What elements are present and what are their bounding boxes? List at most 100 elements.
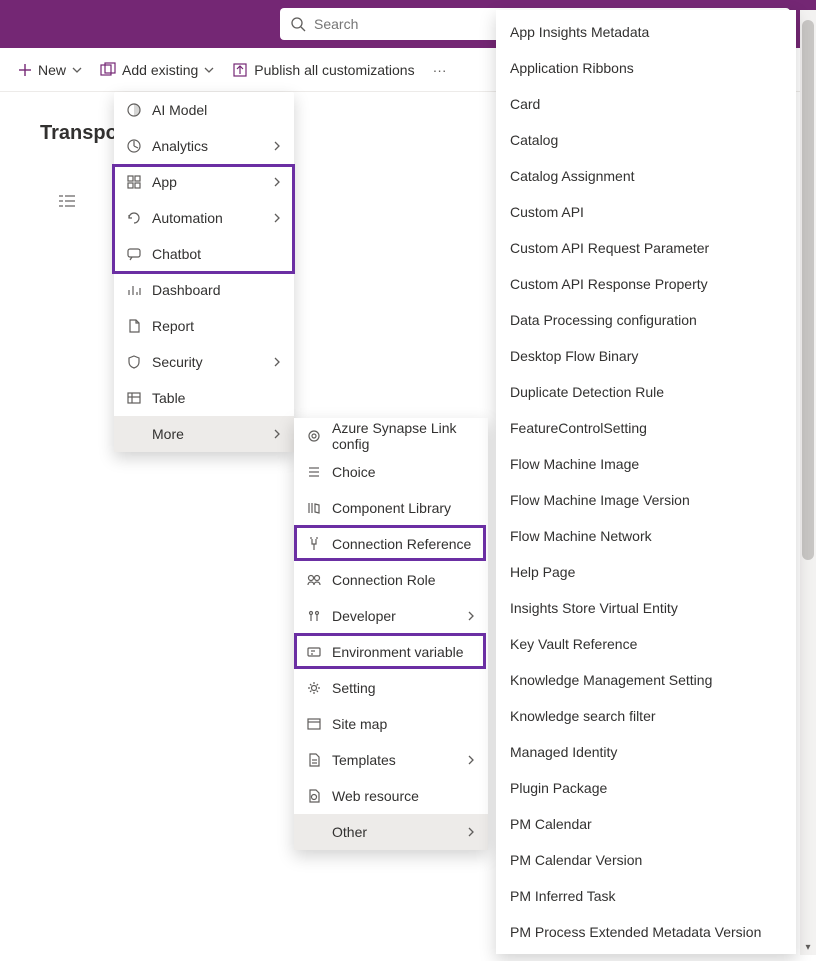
- publish-button[interactable]: Publish all customizations: [232, 62, 414, 78]
- more-menu-item-web-resource[interactable]: Web resource: [294, 778, 488, 814]
- other-menu-item-desktop-flow-binary[interactable]: Desktop Flow Binary: [496, 338, 796, 374]
- other-submenu: App Insights Metadata Application Ribbons…: [496, 10, 796, 954]
- dashboard-icon: [126, 282, 142, 298]
- menu-item-label: Knowledge Management Setting: [510, 672, 712, 688]
- menu-item-label: Flow Machine Image Version: [510, 492, 690, 508]
- other-menu-item-custom-api[interactable]: Custom API: [496, 194, 796, 230]
- more-menu-item-choice[interactable]: Choice: [294, 454, 488, 490]
- more-menu-item-component-library[interactable]: Component Library: [294, 490, 488, 526]
- menu-item-label: Desktop Flow Binary: [510, 348, 638, 364]
- other-menu-item-catalog[interactable]: Catalog: [496, 122, 796, 158]
- connection-reference-icon: [306, 536, 322, 552]
- table-icon: [126, 390, 142, 406]
- new-menu-item-report[interactable]: Report: [114, 308, 294, 344]
- new-menu-item-automation[interactable]: Automation: [114, 200, 294, 236]
- more-menu-item-templates[interactable]: Templates: [294, 742, 488, 778]
- new-menu-item-dashboard[interactable]: Dashboard: [114, 272, 294, 308]
- more-commands-button[interactable]: ···: [433, 62, 447, 78]
- menu-item-label: AI Model: [152, 102, 207, 118]
- other-menu-item-featurecontrolsetting[interactable]: FeatureControlSetting: [496, 410, 796, 446]
- other-menu-item-app-insights-metadata[interactable]: App Insights Metadata: [496, 14, 796, 50]
- other-menu-item-managed-identity[interactable]: Managed Identity: [496, 734, 796, 770]
- new-menu-item-more[interactable]: More: [114, 416, 294, 452]
- other-menu-item-custom-api-request-parameter[interactable]: Custom API Request Parameter: [496, 230, 796, 266]
- new-menu-item-security[interactable]: Security: [114, 344, 294, 380]
- new-dropdown: AI Model Analytics AppAutomationChatbotDas…: [114, 92, 294, 452]
- menu-item-label: Custom API Request Parameter: [510, 240, 709, 256]
- scroll-thumb[interactable]: [802, 20, 814, 560]
- chevron-right-icon: [466, 611, 476, 621]
- menu-item-label: More: [152, 426, 184, 442]
- ellipsis-icon: ···: [433, 62, 447, 78]
- automation-icon: [126, 210, 142, 226]
- menu-item-label: Data Processing configuration: [510, 312, 697, 328]
- chevron-right-icon: [272, 357, 282, 367]
- chevron-right-icon: [272, 213, 282, 223]
- menu-item-label: Component Library: [332, 500, 451, 516]
- more-menu-item-setting[interactable]: Setting: [294, 670, 488, 706]
- other-menu-item-pm-process-extended-metadata-version[interactable]: PM Process Extended Metadata Version: [496, 914, 796, 950]
- menu-item-label: Flow Machine Image: [510, 456, 639, 472]
- menu-item-label: Connection Role: [332, 572, 436, 588]
- other-menu-item-custom-api-response-property[interactable]: Custom API Response Property: [496, 266, 796, 302]
- menu-item-label: Site map: [332, 716, 387, 732]
- environment-variable-icon: [306, 644, 322, 660]
- menu-item-label: Environment variable: [332, 644, 464, 660]
- other-menu-item-data-processing-configuration[interactable]: Data Processing configuration: [496, 302, 796, 338]
- other-menu-item-pm-calendar[interactable]: PM Calendar: [496, 806, 796, 842]
- other-menu-item-flow-machine-image-version[interactable]: Flow Machine Image Version: [496, 482, 796, 518]
- more-menu-item-developer[interactable]: Developer: [294, 598, 488, 634]
- other-icon: [306, 824, 322, 840]
- menu-item-label: Help Page: [510, 564, 575, 580]
- other-menu-item-help-page[interactable]: Help Page: [496, 554, 796, 590]
- scrollbar[interactable]: ▾: [800, 10, 816, 955]
- other-menu-item-flow-machine-network[interactable]: Flow Machine Network: [496, 518, 796, 554]
- menu-item-label: Key Vault Reference: [510, 636, 637, 652]
- other-menu-item-knowledge-management-setting[interactable]: Knowledge Management Setting: [496, 662, 796, 698]
- more-menu-item-connection-role[interactable]: Connection Role: [294, 562, 488, 598]
- more-menu-item-environment-variable[interactable]: Environment variable: [294, 634, 488, 670]
- more-menu-item-other[interactable]: Other: [294, 814, 488, 850]
- chevron-right-icon: [272, 141, 282, 151]
- other-menu-item-catalog-assignment[interactable]: Catalog Assignment: [496, 158, 796, 194]
- plus-icon: [18, 63, 32, 77]
- menu-item-label: Managed Identity: [510, 744, 617, 760]
- menu-item-label: Templates: [332, 752, 396, 768]
- menu-item-label: Table: [152, 390, 185, 406]
- more-menu-item-azure-synapse-link-config[interactable]: Azure Synapse Link config: [294, 418, 488, 454]
- other-menu-item-knowledge-search-filter[interactable]: Knowledge search filter: [496, 698, 796, 734]
- menu-item-label: PM Process Extended Metadata Version: [510, 924, 761, 940]
- menu-item-label: App Insights Metadata: [510, 24, 649, 40]
- add-existing-label: Add existing: [122, 62, 198, 78]
- other-menu-item-application-ribbons[interactable]: Application Ribbons: [496, 50, 796, 86]
- azure-synapse-link-config-icon: [306, 428, 322, 444]
- scroll-down-arrow[interactable]: ▾: [800, 939, 816, 955]
- other-menu-item-flow-machine-image[interactable]: Flow Machine Image: [496, 446, 796, 482]
- new-button[interactable]: New: [18, 62, 82, 78]
- chevron-right-icon: [272, 429, 282, 439]
- menu-item-label: Flow Machine Network: [510, 528, 652, 544]
- new-menu-item-table[interactable]: Table: [114, 380, 294, 416]
- new-menu-item-analytics[interactable]: Analytics: [114, 128, 294, 164]
- menu-item-label: Choice: [332, 464, 376, 480]
- menu-item-label: PM Calendar: [510, 816, 592, 832]
- other-menu-item-duplicate-detection-rule[interactable]: Duplicate Detection Rule: [496, 374, 796, 410]
- menu-item-label: Analytics: [152, 138, 208, 154]
- new-menu-item-ai-model[interactable]: AI Model: [114, 92, 294, 128]
- other-menu-item-pm-calendar-version[interactable]: PM Calendar Version: [496, 842, 796, 878]
- more-menu-item-connection-reference[interactable]: Connection Reference: [294, 526, 488, 562]
- other-menu-item-key-vault-reference[interactable]: Key Vault Reference: [496, 626, 796, 662]
- other-menu-item-card[interactable]: Card: [496, 86, 796, 122]
- add-existing-button[interactable]: Add existing: [100, 62, 214, 78]
- menu-item-label: Custom API: [510, 204, 584, 220]
- add-existing-icon: [100, 62, 116, 78]
- other-menu-item-insights-store-virtual-entity[interactable]: Insights Store Virtual Entity: [496, 590, 796, 626]
- menu-item-label: Plugin Package: [510, 780, 607, 796]
- web-resource-icon: [306, 788, 322, 804]
- new-menu-item-chatbot[interactable]: Chatbot: [114, 236, 294, 272]
- more-menu-item-site-map[interactable]: Site map: [294, 706, 488, 742]
- other-menu-item-plugin-package[interactable]: Plugin Package: [496, 770, 796, 806]
- new-menu-item-app[interactable]: App: [114, 164, 294, 200]
- developer-icon: [306, 608, 322, 624]
- other-menu-item-pm-inferred-task[interactable]: PM Inferred Task: [496, 878, 796, 914]
